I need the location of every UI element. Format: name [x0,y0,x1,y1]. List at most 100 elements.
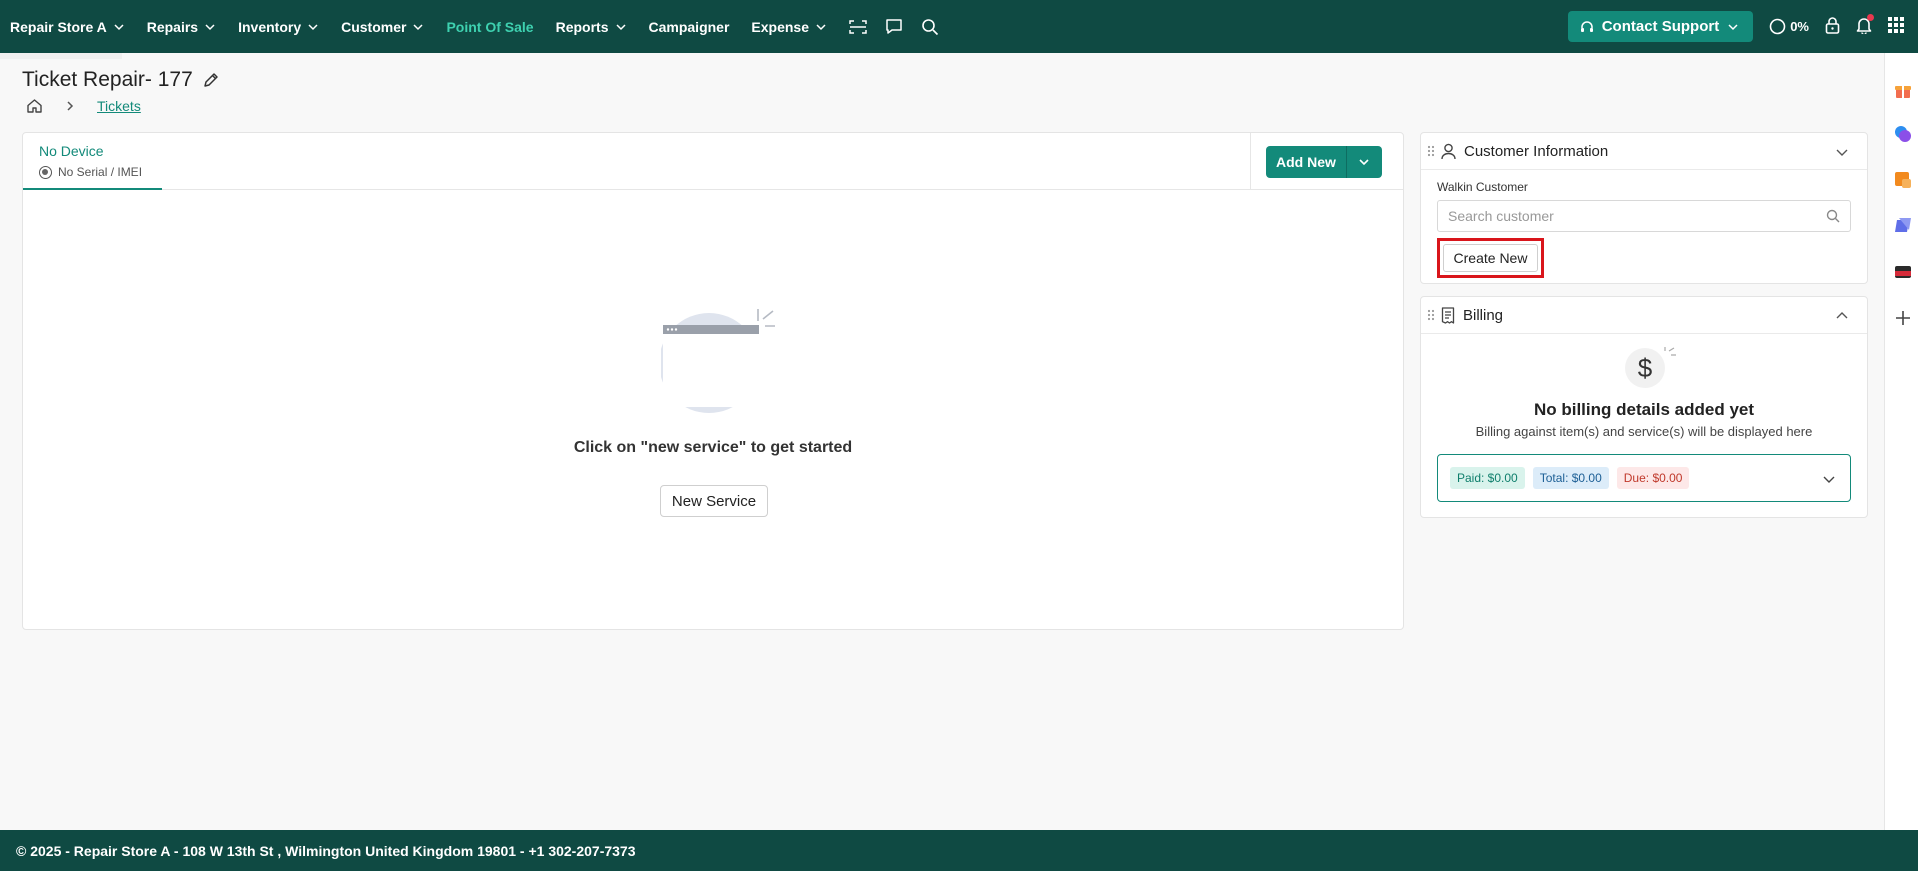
progress-value: 0% [1790,19,1809,34]
billing-body: $ No billing details added yet Billing a… [1421,334,1867,518]
add-new-button[interactable]: Add New [1266,145,1346,178]
new-service-button[interactable]: New Service [660,485,768,517]
contact-support-label: Contact Support [1601,18,1720,35]
nav-campaigner[interactable]: Campaigner [649,19,730,35]
store-name: Repair Store A [10,18,107,35]
nav-repairs[interactable]: Repairs [147,19,216,35]
search-icon [1826,209,1840,223]
empty-state-message: Click on "new service" to get started [573,439,853,456]
contact-support-button[interactable]: Contact Support [1567,11,1754,42]
lock-icon [1825,16,1840,34]
drag-handle-icon[interactable] [1427,309,1435,321]
customer-info-header[interactable]: Customer Information [1421,133,1867,170]
billing-empty-title: No billing details added yet [1533,400,1755,419]
chevron-down-icon [413,23,423,30]
nav-inventory-label: Inventory [238,18,302,35]
billing-summary[interactable]: Paid: $0.00 Total: $0.00 Due: $0.00 [1437,454,1851,502]
scan-icon [849,19,867,34]
lock-button[interactable] [1825,16,1840,37]
nav-customer[interactable]: Customer [341,19,424,35]
total-badge: Total: $0.00 [1532,467,1609,489]
footer-text: © 2025 - Repair Store A - 108 W 13th St … [16,842,636,859]
add-new-group: Add New [1250,133,1403,190]
search-icon [922,18,939,35]
nav-campaigner-label: Campaigner [648,18,730,35]
chevron-down-icon[interactable] [1835,145,1849,159]
chevron-down-icon [308,23,318,30]
paid-badge: Paid: $0.00 [1450,467,1525,489]
billing-header[interactable]: Billing [1421,297,1867,334]
customer-info-body: Walkin Customer Create New [1421,170,1867,288]
create-new-customer-button[interactable]: Create New [1443,244,1538,272]
global-search-button[interactable] [921,18,939,36]
ticket-title: Ticket Repair- 177 [22,68,193,91]
headset-icon [1580,20,1593,32]
chevron-up-icon[interactable] [1835,309,1849,323]
apps-grid-icon [1888,17,1904,33]
create-new-highlight: Create New [1437,238,1544,278]
drag-handle-icon[interactable] [1427,145,1435,157]
right-rail [1884,53,1918,830]
notification-dot [1867,14,1874,21]
chat-icon [886,19,902,34]
nav-point-of-sale[interactable]: Point Of Sale [446,19,533,35]
search-customer-input[interactable] [1438,201,1850,231]
device-name: No Device [39,143,104,159]
nav-reports-label: Reports [555,18,609,35]
walkin-customer-label: Walkin Customer [1437,180,1528,194]
messages-icon[interactable] [1894,125,1912,143]
breadcrumb: Tickets [26,98,141,114]
due-badge: Due: $0.00 [1616,467,1690,489]
nav-inventory[interactable]: Inventory [238,19,319,35]
billing-title: Billing [1463,306,1504,324]
add-new-dropdown-button[interactable] [1345,145,1382,178]
chat-button[interactable] [885,18,903,35]
billing-empty-subtitle: Billing against item(s) and service(s) w… [1475,424,1813,439]
breadcrumb-tickets-link[interactable]: Tickets [97,98,141,114]
radio-icon [39,165,52,179]
chevron-down-icon [114,23,124,30]
setup-progress[interactable]: 0% [1769,18,1809,35]
chevron-down-icon[interactable] [1822,472,1836,486]
chevron-down-icon [1359,158,1369,165]
nav-point-of-sale-label: Point Of Sale [446,18,534,35]
chevron-down-icon [205,23,215,30]
billing-card: Billing $ No billing details added yet B… [1420,296,1868,518]
scan-button[interactable] [849,19,867,35]
nav-expense[interactable]: Expense [751,19,827,35]
footer: © 2025 - Repair Store A - 108 W 13th St … [0,830,1918,871]
nav-repairs-label: Repairs [146,18,199,35]
store-underline [0,53,122,59]
nav-expense-label: Expense [751,18,810,35]
device-tabs: No Device No Serial / IMEI Add New [23,133,1403,190]
pencil-icon[interactable] [203,72,219,88]
empty-state-illustration [661,309,775,413]
services-panel: No Device No Serial / IMEI Add New Click… [22,132,1404,630]
chevron-down-icon [816,23,826,30]
customer-info-card: Customer Information Walkin Customer Cre… [1420,132,1868,284]
chevron-down-icon [1728,23,1738,30]
store-selector[interactable]: Repair Store A [10,19,125,35]
search-customer-field [1437,200,1851,232]
add-widget-icon[interactable] [1894,309,1912,327]
device-serial: No Serial / IMEI [58,165,143,179]
notifications-button[interactable] [1856,14,1874,37]
chevron-down-icon [615,23,626,30]
device-serial-row: No Serial / IMEI [39,165,162,179]
tags-icon[interactable] [1894,217,1912,235]
apps-button[interactable] [1888,17,1904,36]
wallet-icon[interactable] [1894,263,1912,281]
device-tab-no-device[interactable]: No Device No Serial / IMEI [23,133,162,190]
top-navbar: Repair Store A Repairs Inventory Custome… [0,0,1918,53]
gift-icon[interactable] [1894,81,1912,99]
progress-ring-icon [1769,18,1786,35]
user-icon [1441,143,1456,159]
nav-customer-label: Customer [341,18,407,35]
notes-icon[interactable] [1894,171,1912,189]
home-icon[interactable] [26,98,43,114]
dollar-icon: $ [1625,348,1665,388]
sparkle-icon [1664,347,1676,356]
chevron-right-icon [67,101,74,111]
page-title: Ticket Repair- 177 [22,68,219,92]
nav-reports[interactable]: Reports [556,19,627,35]
